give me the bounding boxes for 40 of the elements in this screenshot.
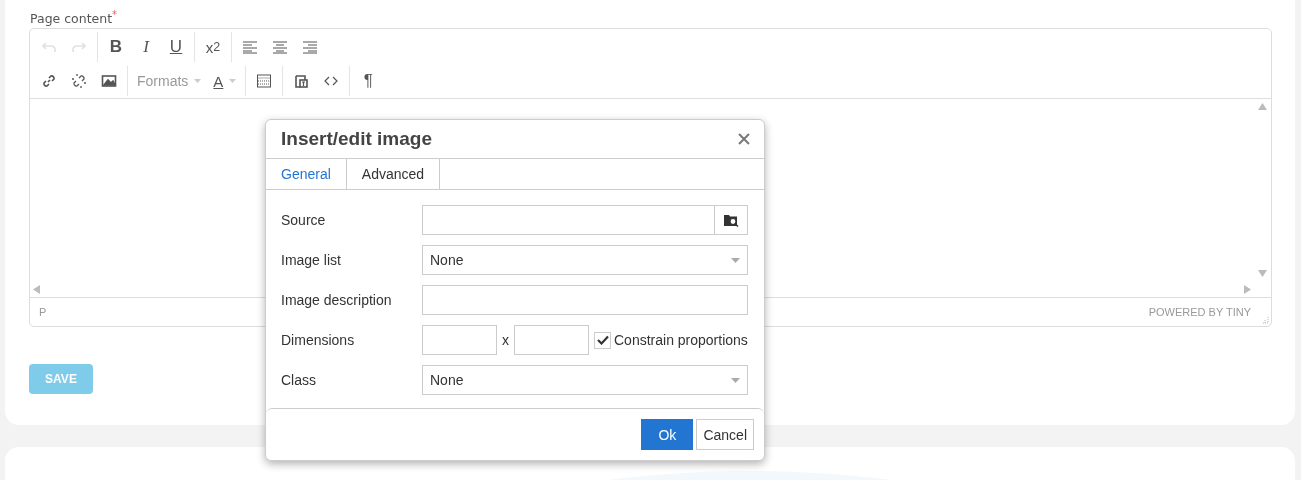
description-field[interactable] xyxy=(422,285,748,315)
branding-text: POWERED BY TINY xyxy=(1148,306,1251,318)
text-color-button[interactable]: A xyxy=(207,67,243,95)
source-field[interactable] xyxy=(422,205,748,235)
field-label: Dimensions xyxy=(281,332,356,348)
format-button[interactable]: U xyxy=(161,33,191,61)
cancel-button[interactable]: Cancel xyxy=(696,419,754,450)
select-value: None xyxy=(430,252,464,268)
dialog-title: Insert/edit image xyxy=(281,128,432,150)
field-label: Class xyxy=(281,372,317,388)
caret-icon xyxy=(194,79,202,83)
field-label: Source xyxy=(281,212,327,228)
scroll-up-icon[interactable] xyxy=(1258,103,1267,110)
element-path: P xyxy=(39,306,47,318)
format-button[interactable]: ¶ xyxy=(353,67,384,95)
width-field[interactable] xyxy=(422,325,497,355)
dropdown-caret-icon xyxy=(731,257,740,263)
dialog-tab[interactable]: General xyxy=(266,159,347,189)
field-label: Image description xyxy=(281,292,393,308)
resize-handle-icon[interactable] xyxy=(1261,316,1269,324)
scroll-right-icon[interactable] xyxy=(1244,285,1251,294)
field-label: Page content$^{*}$ xyxy=(29,8,119,24)
scroll-left-icon[interactable] xyxy=(33,285,40,294)
checkbox-label: Constrain proportions xyxy=(614,332,748,348)
format-button[interactable]: B xyxy=(101,33,131,61)
dimension-separator: x xyxy=(501,332,510,348)
close-icon[interactable] xyxy=(738,133,750,145)
select-field[interactable]: None xyxy=(422,365,748,395)
field-label: Image list xyxy=(281,252,342,268)
folder-search-icon xyxy=(723,213,739,227)
checkmark-icon xyxy=(596,335,609,345)
dropdown-caret-icon xyxy=(731,377,740,383)
checkbox[interactable] xyxy=(594,331,611,349)
select-value: None xyxy=(430,372,464,388)
scroll-down-icon[interactable] xyxy=(1258,270,1267,277)
select-field[interactable]: None xyxy=(422,245,748,275)
height-field[interactable] xyxy=(514,325,589,355)
ok-button[interactable]: Ok xyxy=(641,419,694,450)
format-button[interactable]: I xyxy=(131,33,161,61)
caret-icon xyxy=(229,79,237,83)
